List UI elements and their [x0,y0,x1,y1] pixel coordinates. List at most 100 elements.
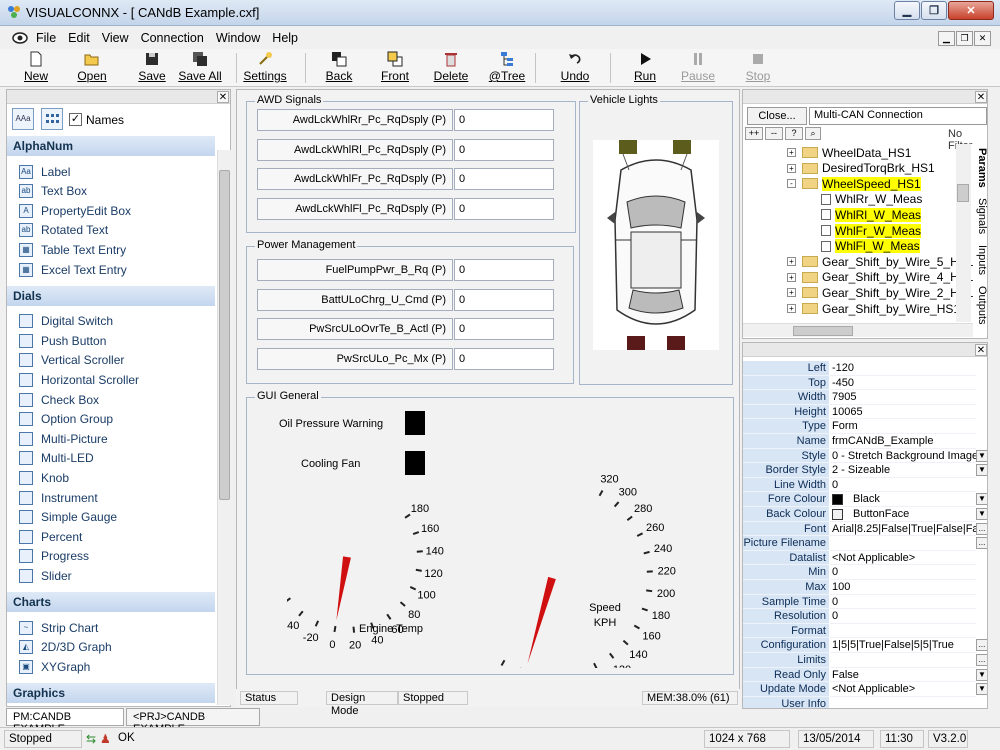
property-row-configuration[interactable]: Configuration 1|5|5|True|False|5|5|True..… [743,638,987,653]
help-button[interactable]: ? [785,127,803,140]
property-close-button[interactable]: ✕ [975,344,987,356]
signal-value-field[interactable]: 0 [454,138,554,161]
ellipsis-icon[interactable]: ... [976,522,987,535]
property-value[interactable] [830,623,976,639]
property-value[interactable]: 0 [830,565,976,580]
toolbar-open-button[interactable]: Open [70,50,114,86]
dropdown-arrow-icon[interactable]: ▼ [976,508,987,520]
signal-value-field[interactable]: 0 [454,347,554,370]
palette-item-text-box[interactable]: ab Text Box [19,182,87,201]
property-value[interactable]: 7905 [830,390,976,405]
property-row-limits[interactable]: Limits... [743,653,987,668]
property-row-picture-filename[interactable]: Picture Filename... [743,536,987,551]
tab-inputs[interactable]: Inputs [974,245,988,275]
expand-icon[interactable]: + [787,257,796,267]
palette-item-2d-3d-graph[interactable]: ◭ 2D/3D Graph [19,638,112,657]
property-row-name[interactable]: Name frmCANdB_Example [743,434,987,449]
signal-value-field[interactable]: 0 [454,168,554,190]
property-value[interactable]: Arial|8.25|False|True|False|False [830,521,976,537]
palette-section-graphics[interactable]: Graphics [7,682,215,703]
palette-item-slider[interactable]: Slider [19,566,72,585]
grid-view-button[interactable] [41,108,63,130]
property-row-style[interactable]: Style 0 - Stretch Background Image ▼ [743,448,987,464]
search-button[interactable]: ⌕ [805,127,821,140]
expand-icon[interactable]: + [787,148,796,157]
palette-section-charts[interactable]: Charts [7,592,215,612]
ellipsis-icon[interactable]: ... [976,654,987,666]
palette-item-rotated-text[interactable]: ab Rotated Text [19,221,108,240]
collapse-all-button[interactable]: -- [765,127,783,140]
property-row-resolution[interactable]: Resolution 0 [743,609,987,624]
ellipsis-icon[interactable]: ... [976,639,987,652]
property-value[interactable]: 10065 [830,404,976,420]
property-value[interactable]: <Not Applicable> [830,550,976,566]
tree-item[interactable]: WhlFr_W_Meas [821,223,922,238]
close-connection-button[interactable]: Close... [747,107,807,125]
palette-section-alphanum[interactable]: AlphaNum [7,136,215,156]
property-value[interactable]: 1|5|5|True|False|5|5|True [830,638,976,653]
sort-alpha-button[interactable]: AAa [12,108,34,130]
names-checkbox[interactable]: ✓ [69,113,82,126]
palette-item-strip-chart[interactable]: ~ Strip Chart [19,618,98,637]
palette-item-vertical-scroller[interactable]: Vertical Scroller [19,351,124,370]
property-value[interactable]: 0 [830,609,976,624]
signal-value-field[interactable]: 0 [454,197,554,220]
minimize-button[interactable]: ▁ [894,1,920,20]
property-row-read-only[interactable]: Read Only False ▼ [743,667,987,683]
tree-item[interactable]: + Gear_Shift_by_Wire_2_HS1 [787,285,973,300]
palette-item-push-button[interactable]: Push Button [19,331,106,350]
palette-item-xygraph[interactable]: ▣ XYGraph [19,657,90,676]
toolbar-run-button[interactable]: Run [623,50,667,86]
menu-help[interactable]: Help [266,31,304,45]
property-row-height[interactable]: Height 10065 [743,404,987,420]
palette-item-propertyedit-box[interactable]: A PropertyEdit Box [19,201,131,220]
palette-item-multi-led[interactable]: Multi-LED [19,449,94,468]
tree-item[interactable]: + WheelData_HS1 [787,145,911,160]
property-row-max[interactable]: Max 100 [743,580,987,595]
property-row-type[interactable]: Type Form [743,419,987,434]
property-row-left[interactable]: Left -120 [743,361,987,376]
property-value[interactable]: frmCANdB_Example [830,434,976,449]
palette-section-dials[interactable]: Dials [7,285,215,306]
property-value[interactable]: 0 [830,477,976,493]
speed-gauge[interactable]: 0204060801001201401601802002202402602803… [477,428,727,668]
mdi-restore-button[interactable]: ❐ [956,31,973,46]
tree-item[interactable]: + Gear_Shift_by_Wire_4_HS1 [787,270,973,285]
tree-vscrollbar[interactable] [956,144,971,322]
property-value[interactable]: 0 [830,594,976,610]
maximize-button[interactable]: ❐ [921,1,947,20]
close-button[interactable]: ✕ [948,1,994,20]
signal-value-field[interactable]: 0 [454,318,554,340]
expand-icon[interactable]: + [787,304,796,313]
property-value[interactable]: False [830,667,976,683]
property-value[interactable] [830,536,976,551]
expand-icon[interactable]: + [787,288,796,298]
tab-prj-candb[interactable]: <PRJ>CANDB EXAMPLE [126,708,260,735]
mdi-minimize-button[interactable]: ▁ [938,31,955,46]
property-row-line-width[interactable]: Line Width 0 [743,477,987,493]
tree-item[interactable]: + Gear_Shift_by_Wire_HS1 [787,301,960,316]
property-row-top[interactable]: Top -450 [743,375,987,391]
menu-edit[interactable]: Edit [62,31,96,45]
property-value[interactable]: -120 [830,361,976,376]
expand-icon[interactable]: + [787,163,796,173]
tab-signals[interactable]: Signals [974,198,988,234]
tree-item[interactable]: - WheelSpeed_HS1 [787,176,921,191]
property-row-format[interactable]: Format [743,623,987,639]
dropdown-arrow-icon[interactable]: ▼ [976,464,987,477]
property-row-border-style[interactable]: Border Style 2 - Sizeable ▼ [743,463,987,478]
toolbar-pause-button[interactable]: Pause [676,50,720,86]
dropdown-arrow-icon[interactable]: ▼ [976,683,987,696]
dropdown-arrow-icon[interactable]: ▼ [976,449,987,462]
palette-item-excel-text-entry[interactable]: ▦ Excel Text Entry [19,260,127,279]
tree-close-button[interactable]: ✕ [975,91,987,103]
menu-view[interactable]: View [96,31,135,45]
palette-item-check-box[interactable]: Check Box [19,390,99,409]
property-row-min[interactable]: Min 0 [743,565,987,580]
vscroll-thumb[interactable] [957,184,969,202]
menu-file[interactable]: File [30,31,62,45]
property-row-fore-colour[interactable]: Fore Colour Black ▼ [743,492,987,507]
signal-value-field[interactable]: 0 [454,109,554,131]
tab-pm-candb[interactable]: PM:CANDB EXAMPLE [6,708,124,735]
property-value[interactable]: 0 - Stretch Background Image [830,448,976,464]
